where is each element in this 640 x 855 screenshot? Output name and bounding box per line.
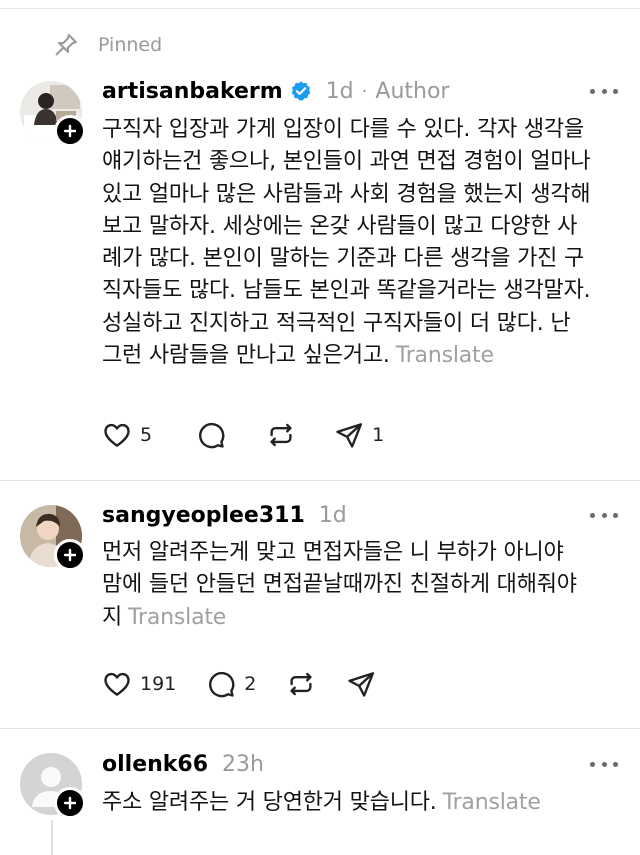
plus-icon (63, 796, 77, 810)
post-ollenk66[interactable]: ollenk66 23h 주소 알려주는 거 당연한거 맞습니다. Transla… (0, 0, 640, 855)
follow-button[interactable] (54, 787, 86, 819)
post-header: ollenk66 23h (102, 747, 264, 781)
text-line: 주소 알려주는 거 당연한거 맞습니다. Translate (102, 787, 632, 819)
translate-link[interactable]: Translate (443, 790, 541, 815)
text-line-content: 주소 알려주는 거 당연한거 맞습니다. (102, 790, 437, 815)
more-options-icon[interactable] (590, 754, 618, 774)
username[interactable]: ollenk66 (102, 752, 208, 777)
post-time: 23h (222, 751, 264, 777)
post-body: 주소 알려주는 거 당연한거 맞습니다. Translate (102, 787, 632, 819)
avatar-wrap[interactable] (20, 753, 86, 819)
